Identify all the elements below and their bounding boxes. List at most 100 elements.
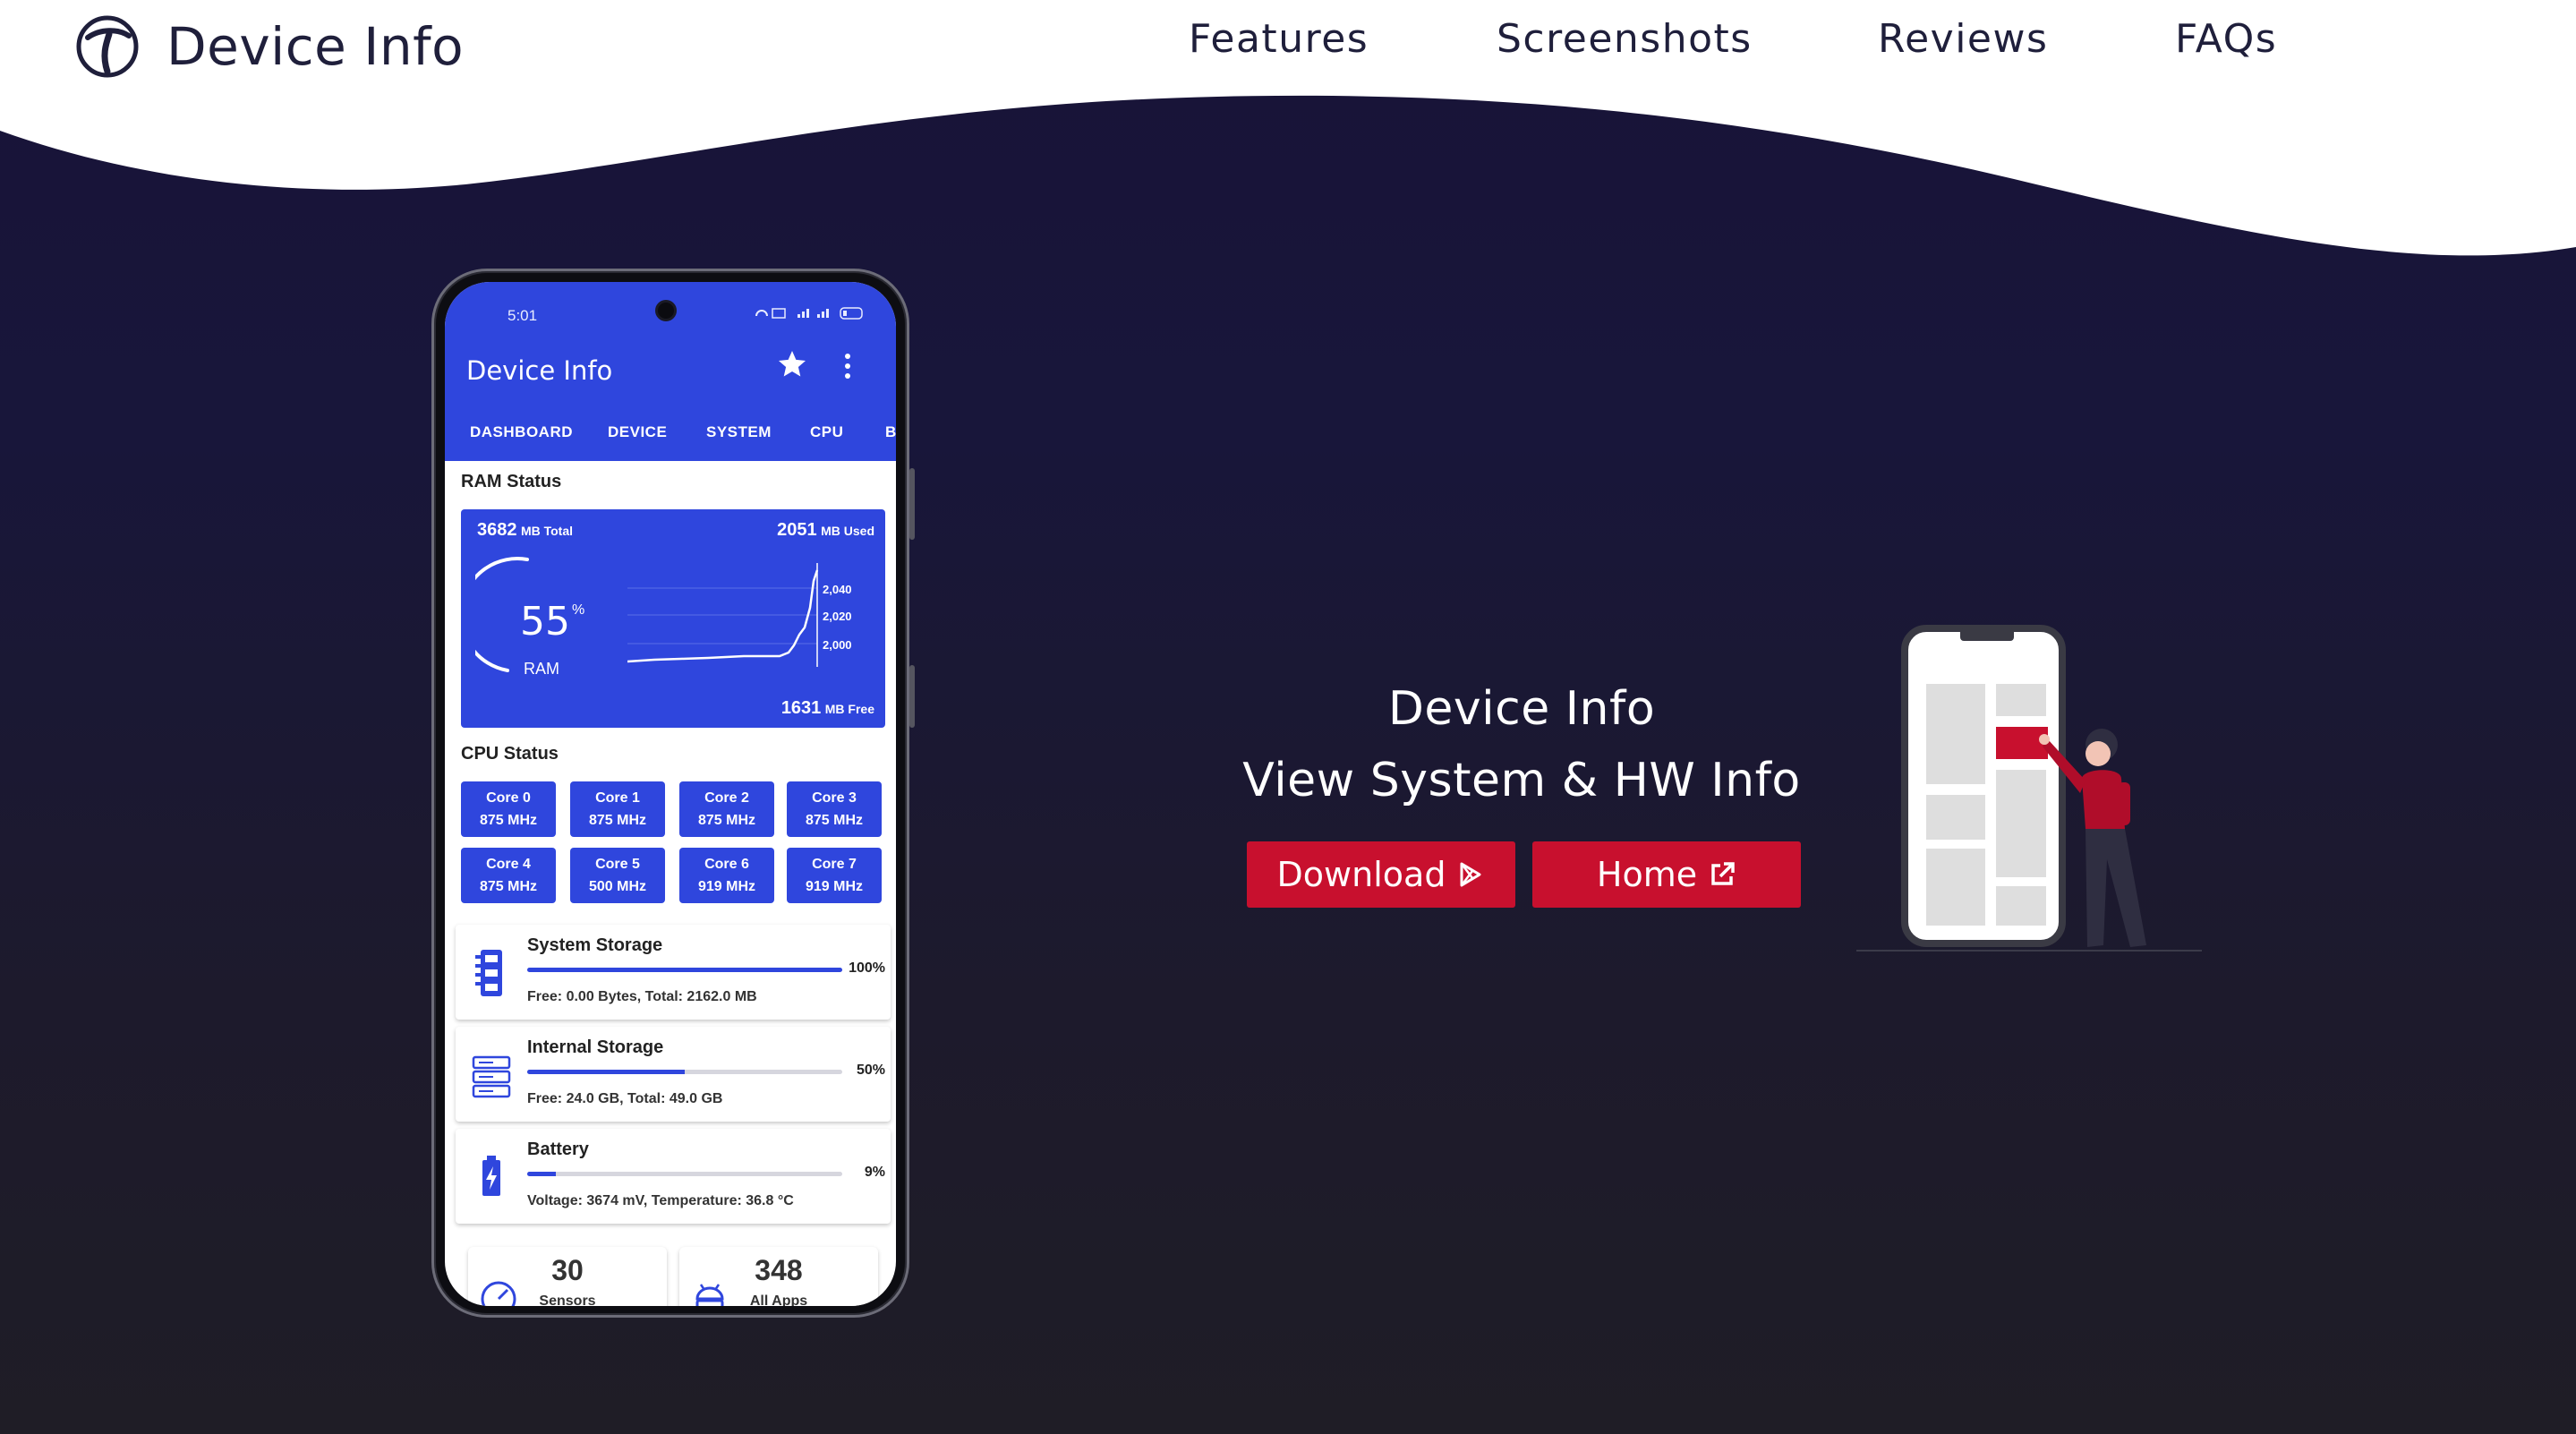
ram-used: 2051 MB Used — [777, 520, 874, 541]
app-title: Device Info — [466, 355, 613, 386]
memory-chip-icon — [475, 950, 502, 996]
star-icon[interactable] — [776, 348, 808, 380]
ram-percent: 55 — [520, 599, 570, 644]
sensors-card[interactable]: 30 Sensors — [468, 1247, 667, 1306]
ram-label: RAM — [524, 660, 559, 678]
tab-battery[interactable]: B — [885, 423, 896, 441]
tab-system[interactable]: SYSTEM — [706, 423, 772, 441]
phone-side-button — [909, 665, 915, 728]
core-name: Core 7 — [812, 857, 857, 872]
status-time: 5:01 — [508, 307, 538, 324]
apps-count: 348 — [755, 1254, 803, 1286]
hero-title-line1: Device Info — [1387, 682, 1656, 736]
core-tile[interactable]: Core 1 875 MHz — [570, 781, 665, 837]
core-tile[interactable]: Core 6 919 MHz — [679, 848, 774, 903]
internal-storage-bar — [527, 1070, 842, 1074]
core-freq: 500 MHz — [588, 879, 647, 894]
core-tile[interactable]: Core 0 875 MHz — [461, 781, 556, 837]
download-button-label: Download — [1276, 855, 1446, 894]
tab-device[interactable]: DEVICE — [608, 423, 667, 441]
phone-mockup: 5:01 Device Info DASHBOARD DEVICE SYSTEM… — [431, 269, 915, 1318]
core-tile[interactable]: Core 7 919 MHz — [787, 848, 882, 903]
system-storage-title: System Storage — [527, 935, 663, 955]
core-tile[interactable]: Core 5 500 MHz — [570, 848, 665, 903]
system-storage-detail: Free: 0.00 Bytes, Total: 2162.0 MB — [527, 989, 757, 1004]
core-tile[interactable]: Core 3 875 MHz — [787, 781, 882, 837]
battery-bar-fill — [527, 1172, 556, 1176]
ram-chart-tick: 2,040 — [823, 583, 852, 596]
battery-bar — [527, 1172, 842, 1176]
ram-usage-chart: 2,040 2,020 2,000 — [627, 563, 852, 667]
camera-icon — [655, 300, 677, 321]
sensors-label: Sensors — [539, 1293, 596, 1306]
app-bar: 5:01 Device Info DASHBOARD DEVICE SYSTEM… — [445, 282, 896, 461]
core-freq: 875 MHz — [479, 879, 538, 894]
internal-storage-title: Internal Storage — [527, 1037, 664, 1057]
core-name: Core 5 — [595, 857, 640, 872]
battery-detail: Voltage: 3674 mV, Temperature: 36.8 °C — [527, 1193, 794, 1208]
system-storage-bar-fill — [527, 968, 842, 972]
internal-storage-detail: Free: 24.0 GB, Total: 49.0 GB — [527, 1091, 723, 1106]
nav-screenshots[interactable]: Screenshots — [1497, 16, 1753, 62]
cpu-status-label: CPU Status — [461, 744, 559, 764]
core-name: Core 3 — [812, 790, 857, 806]
system-storage-percent: 100% — [849, 960, 885, 976]
person-with-phone-illustration — [1856, 625, 2202, 952]
core-freq: 919 MHz — [697, 879, 756, 894]
system-storage-bar — [527, 968, 842, 972]
ram-free-unit: MB Free — [824, 702, 874, 716]
download-button[interactable]: Download — [1247, 841, 1515, 908]
signal-battery-icon — [755, 307, 863, 320]
ram-used-value: 2051 — [777, 520, 817, 540]
core-name: Core 6 — [704, 857, 749, 872]
battery-charging-icon — [482, 1156, 500, 1196]
core-name: Core 4 — [486, 857, 531, 872]
ram-total-unit: MB Total — [520, 524, 574, 538]
external-link-icon — [1711, 862, 1735, 885]
home-button[interactable]: Home — [1532, 841, 1801, 908]
core-freq: 875 MHz — [588, 813, 647, 828]
play-store-icon — [1460, 862, 1481, 887]
tab-dashboard[interactable]: DASHBOARD — [470, 423, 573, 441]
ram-total: 3682 MB Total — [477, 520, 573, 541]
core-name: Core 0 — [486, 790, 531, 806]
more-options-icon[interactable] — [842, 352, 853, 380]
ram-free: 1631 MB Free — [781, 698, 874, 719]
tab-bar: DASHBOARD DEVICE SYSTEM CPU B — [445, 423, 896, 456]
core-name: Core 2 — [704, 790, 749, 806]
phone-screen: 5:01 Device Info DASHBOARD DEVICE SYSTEM… — [445, 282, 896, 1306]
internal-storage-bar-fill — [527, 1070, 685, 1074]
home-button-label: Home — [1596, 855, 1698, 894]
status-icons — [755, 305, 880, 324]
battery-card[interactable]: Battery 9% Voltage: 3674 mV, Temperature… — [456, 1129, 891, 1224]
hero-title-line2: View System & HW Info — [1242, 754, 1801, 807]
core-freq: 875 MHz — [697, 813, 756, 828]
core-tile[interactable]: Core 2 875 MHz — [679, 781, 774, 837]
core-freq: 875 MHz — [479, 813, 538, 828]
system-storage-card[interactable]: System Storage 100% Free: 0.00 Bytes, To… — [456, 925, 891, 1020]
ram-free-value: 1631 — [780, 698, 822, 718]
ram-card[interactable]: 3682 MB Total 2051 MB Used 55 % RAM 2,04… — [461, 509, 885, 728]
brand-name: Device Info — [166, 16, 465, 77]
ram-chart-tick: 2,000 — [823, 638, 852, 652]
sensors-count: 30 — [551, 1254, 584, 1286]
core-tile[interactable]: Core 4 875 MHz — [461, 848, 556, 903]
battery-title: Battery — [527, 1140, 589, 1159]
brand[interactable]: Device Info — [75, 11, 464, 82]
core-freq: 919 MHz — [805, 879, 864, 894]
core-name: Core 1 — [595, 790, 640, 806]
nav-features[interactable]: Features — [1189, 16, 1369, 62]
internal-storage-card[interactable]: Internal Storage 50% Free: 24.0 GB, Tota… — [456, 1027, 891, 1122]
storage-server-icon — [472, 1055, 511, 1098]
apps-card[interactable]: 348 All Apps — [679, 1247, 878, 1306]
internal-storage-percent: 50% — [856, 1063, 885, 1078]
nav-faqs[interactable]: FAQs — [2175, 16, 2277, 62]
ram-chart-tick: 2,020 — [823, 610, 852, 623]
ram-percent-symbol: % — [572, 602, 585, 618]
ram-status-label: RAM Status — [461, 472, 562, 491]
nav-reviews[interactable]: Reviews — [1878, 16, 2048, 62]
battery-percent: 9% — [864, 1165, 885, 1180]
apps-label: All Apps — [749, 1293, 808, 1306]
tab-cpu[interactable]: CPU — [810, 423, 843, 441]
ram-total-value: 3682 — [477, 520, 517, 540]
